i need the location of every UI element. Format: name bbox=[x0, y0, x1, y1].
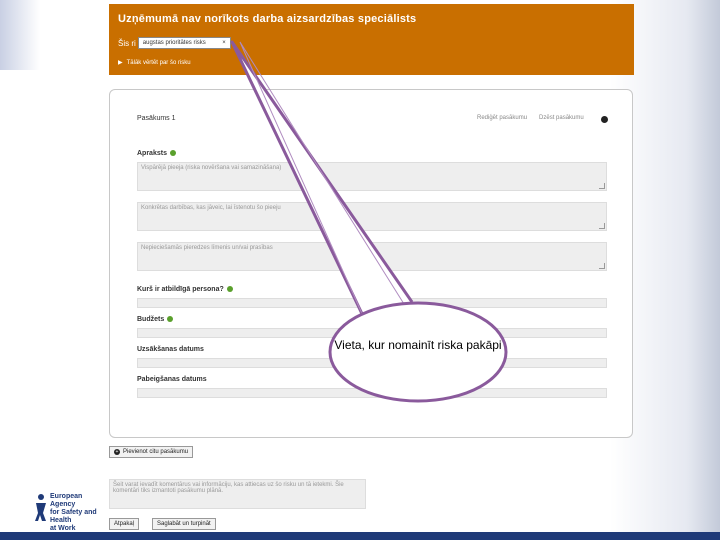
callout-bubble bbox=[230, 40, 508, 403]
callout-text: Vieta, kur nomainīt riska pakāpi bbox=[334, 338, 502, 352]
